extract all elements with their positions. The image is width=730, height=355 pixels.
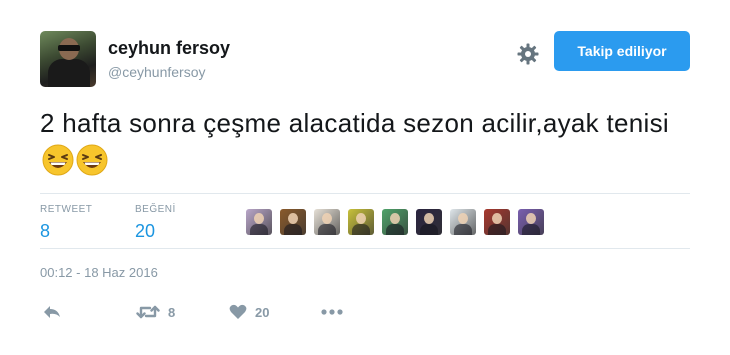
- tweet-text-content: 2 hafta sonra çeşme alacatida sezon acil…: [40, 108, 669, 138]
- divider-top: [40, 193, 690, 194]
- tweet-timestamp[interactable]: 00:12 - 18 Haz 2016: [40, 265, 158, 280]
- retweet-icon: [136, 305, 160, 319]
- liker-avatar-7[interactable]: [450, 209, 476, 235]
- more-button[interactable]: [320, 304, 344, 320]
- tweet-text: 2 hafta sonra çeşme alacatida sezon acil…: [40, 104, 700, 180]
- more-icon: [321, 309, 343, 315]
- like-stat[interactable]: BEĞENİ 20: [135, 204, 176, 242]
- following-button[interactable]: Takip ediliyor: [554, 31, 690, 71]
- like-stat-count[interactable]: 20: [135, 221, 176, 242]
- liker-avatar-5[interactable]: [382, 209, 408, 235]
- retweet-button[interactable]: 8: [136, 304, 175, 320]
- liker-avatar-2[interactable]: [280, 209, 306, 235]
- user-handle[interactable]: @ceyhunfersoy: [108, 64, 205, 80]
- reply-button[interactable]: [42, 304, 62, 320]
- liker-avatar-8[interactable]: [484, 209, 510, 235]
- like-button[interactable]: 20: [229, 304, 269, 320]
- divider-bottom: [40, 248, 690, 249]
- grinning-squinting-face-icon: [76, 144, 108, 176]
- user-display-name[interactable]: ceyhun fersoy: [108, 38, 230, 59]
- like-action-count: 20: [255, 304, 270, 320]
- liker-avatar-3[interactable]: [314, 209, 340, 235]
- user-avatar[interactable]: [40, 31, 96, 87]
- liker-avatar-9[interactable]: [518, 209, 544, 235]
- heart-icon: [229, 304, 247, 319]
- retweet-stat[interactable]: RETWEET 8: [40, 204, 92, 242]
- grinning-squinting-face-icon: [42, 144, 74, 176]
- like-stat-label: BEĞENİ: [135, 204, 176, 215]
- liker-avatar-4[interactable]: [348, 209, 374, 235]
- liker-avatar-1[interactable]: [246, 209, 272, 235]
- reply-icon: [44, 306, 60, 318]
- retweet-stat-label: RETWEET: [40, 204, 93, 215]
- retweet-stat-count[interactable]: 8: [40, 221, 92, 242]
- liker-avatar-6[interactable]: [416, 209, 442, 235]
- gear-icon[interactable]: [516, 42, 540, 66]
- retweet-action-count: 8: [168, 304, 176, 320]
